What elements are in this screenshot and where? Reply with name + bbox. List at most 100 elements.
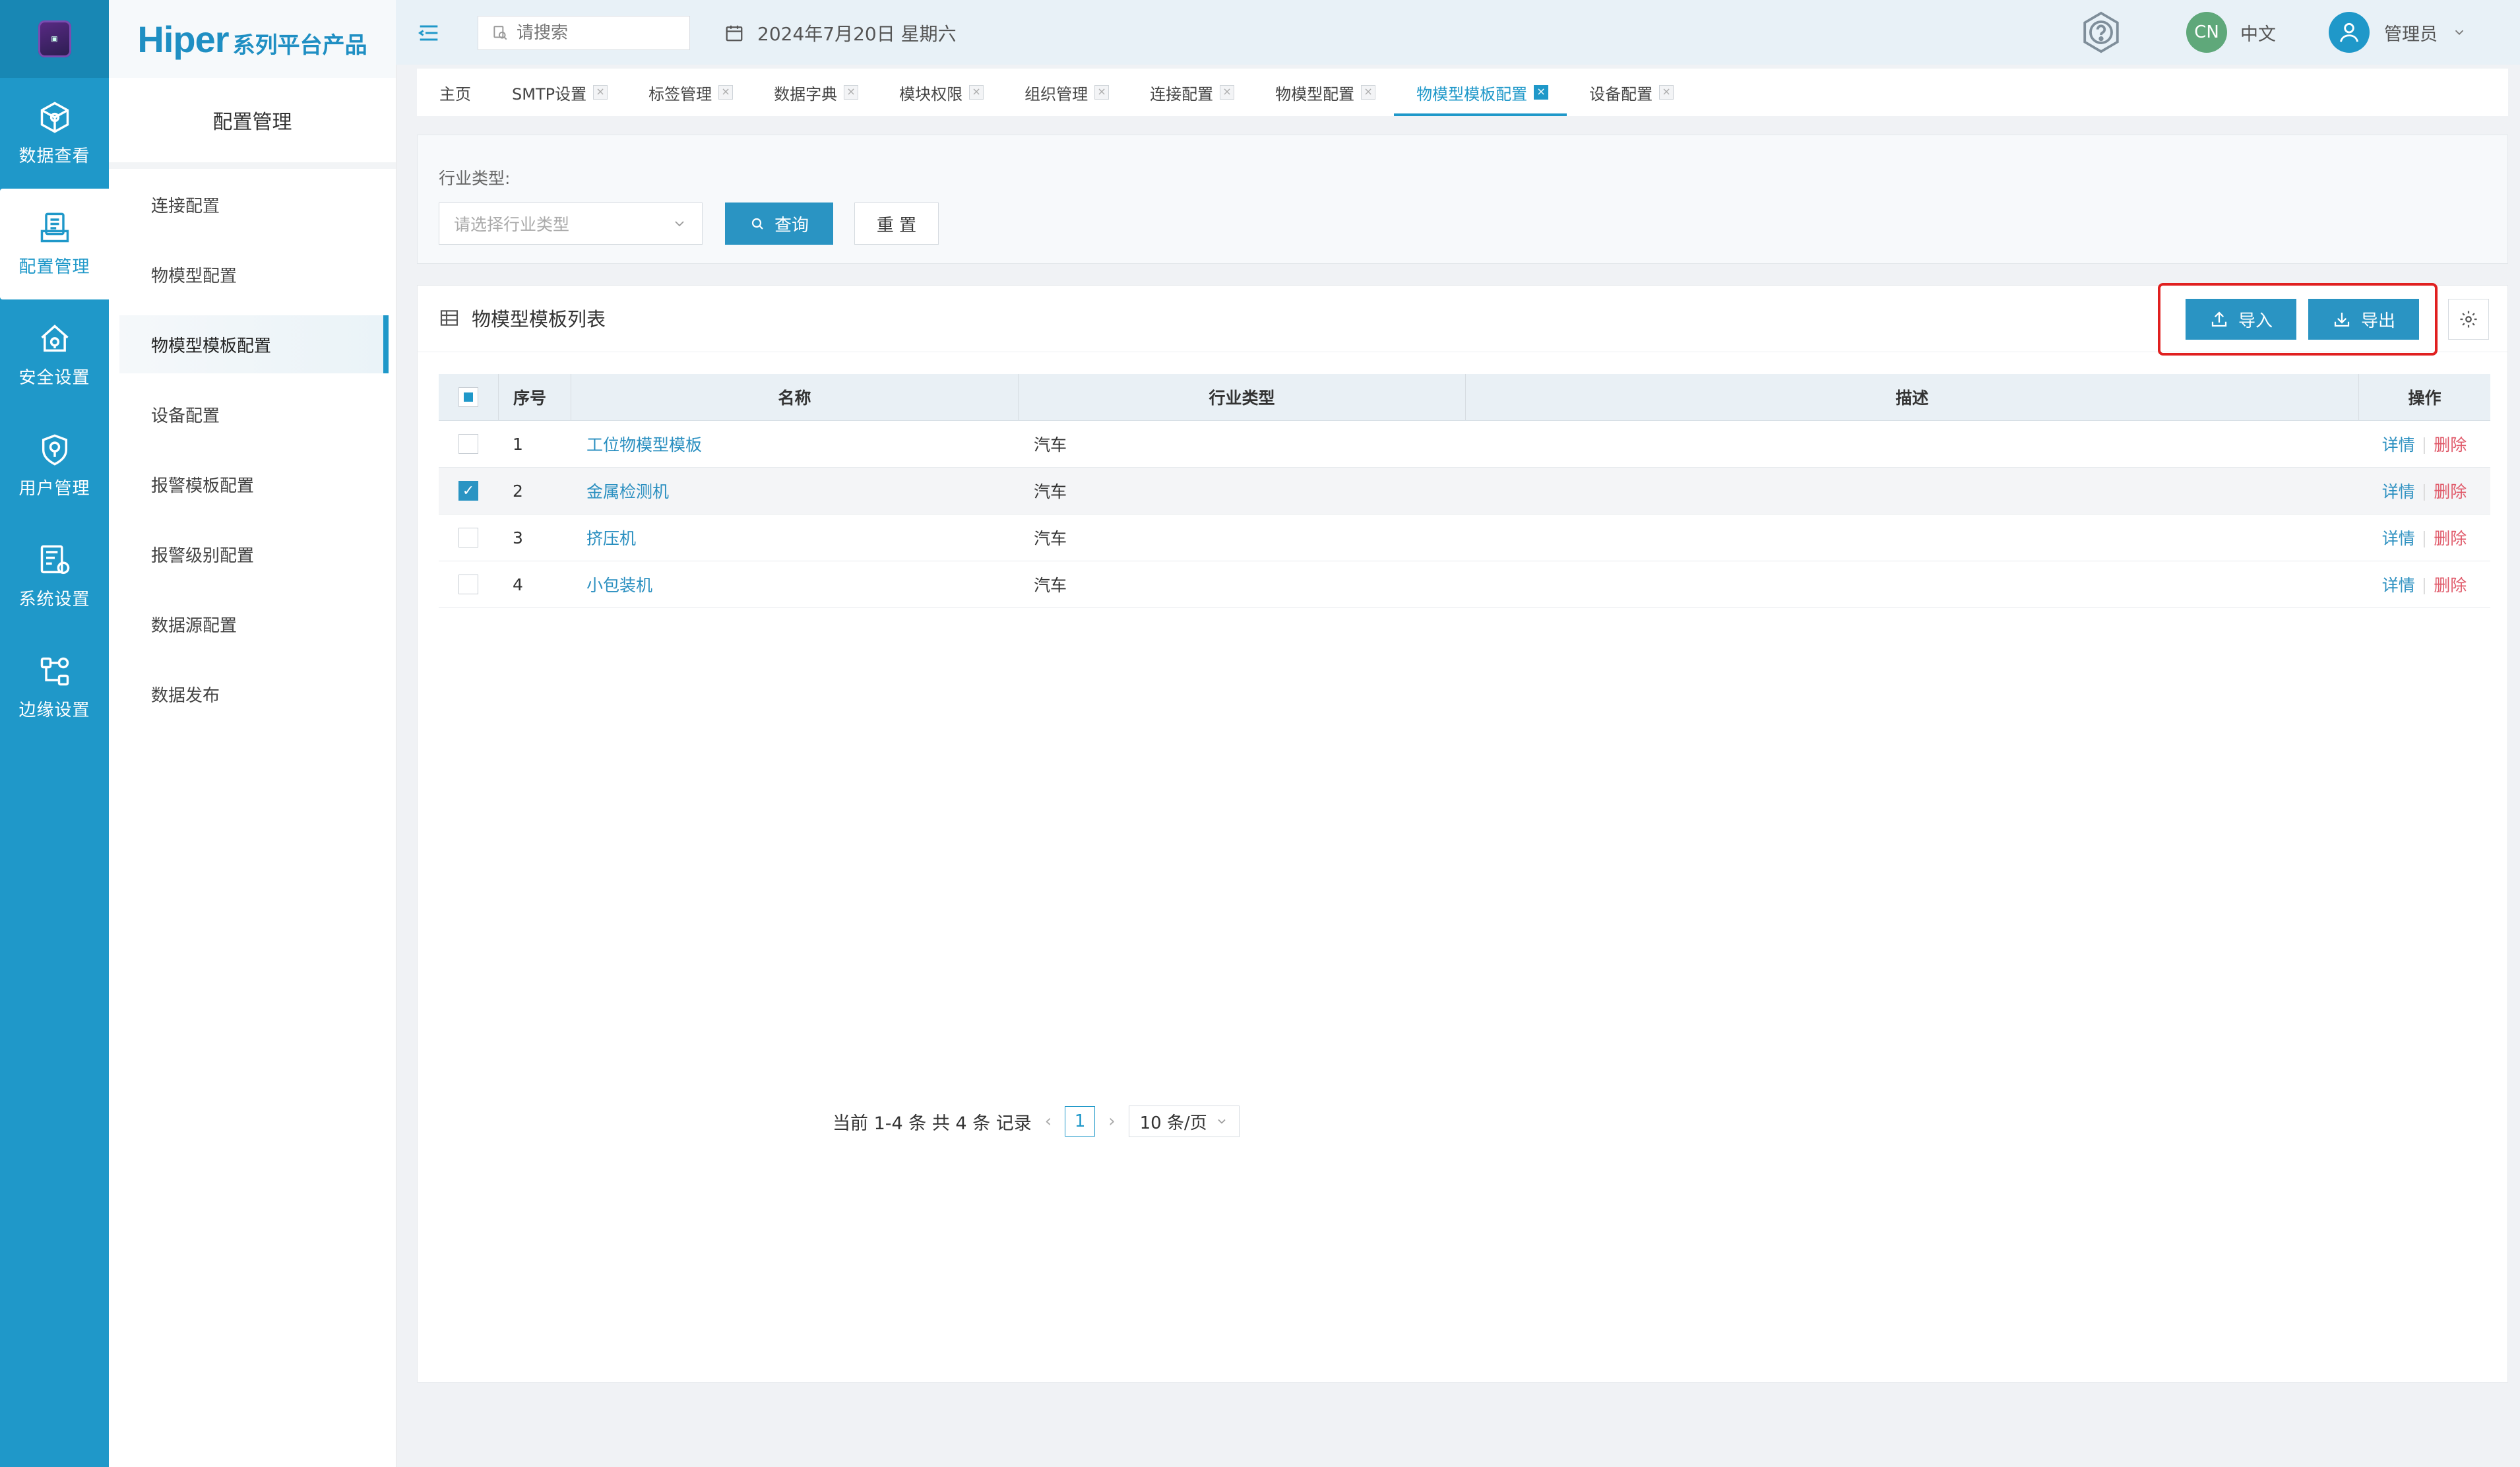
sidebar-item-thing-model[interactable]: 物模型配置 <box>119 245 389 303</box>
tab-label: 物模型模板配置 <box>1416 84 1528 104</box>
sidebar-item-device[interactable]: 设备配置 <box>119 385 389 443</box>
brand-sub: 系列平台产品 <box>232 32 367 59</box>
export-button[interactable]: 导出 <box>2308 299 2419 340</box>
brand-main: Hiper <box>137 18 229 60</box>
tab-home[interactable]: 主页 <box>417 69 489 116</box>
rail-label: 系统设置 <box>18 589 90 609</box>
tab-connection-config[interactable]: 连接配置 × <box>1127 69 1253 116</box>
column-header-actions: 操作 <box>2358 374 2490 420</box>
sidebar-item-thing-model-template[interactable]: 物模型模板配置 <box>119 315 389 373</box>
page-number-button[interactable]: 1 <box>1065 1106 1096 1137</box>
search-icon <box>751 218 763 230</box>
search-input[interactable] <box>515 22 676 44</box>
detail-link[interactable]: 详情 <box>2382 432 2415 456</box>
tab-close-icon[interactable]: × <box>969 85 984 100</box>
tab-device-config[interactable]: 设备配置 × <box>1567 69 1692 116</box>
row-industry: 汽车 <box>1034 482 1067 501</box>
template-list-panel: 物模型模板列表 导入 导出 序号 名称 行业类型 描述 操作 1 工位物模型模板… <box>417 283 2508 1383</box>
column-settings-button[interactable] <box>2448 299 2489 340</box>
row-name-link[interactable]: 小包装机 <box>586 573 652 596</box>
column-header-name: 名称 <box>571 374 1018 420</box>
tab-close-icon[interactable]: × <box>1534 85 1549 100</box>
row-name-link[interactable]: 工位物模型模板 <box>586 432 702 456</box>
row-index: 1 <box>513 434 523 454</box>
reset-button[interactable]: 重 置 <box>854 203 939 245</box>
menu-collapse-icon[interactable] <box>416 20 442 46</box>
tab-close-icon[interactable]: × <box>844 85 859 100</box>
detail-link[interactable]: 详情 <box>2382 526 2415 549</box>
import-button[interactable]: 导入 <box>2186 299 2296 340</box>
language-badge: CN <box>2186 12 2227 53</box>
rail-item-users[interactable]: 用户管理 <box>0 410 109 521</box>
tab-label: 标签管理 <box>648 84 712 104</box>
pagination: 当前 1-4 条 共 4 条 记录 ‹ 1 › 10 条/页 <box>833 1106 1240 1137</box>
sidebar-item-alarm-template[interactable]: 报警模板配置 <box>119 455 389 513</box>
security-house-icon <box>40 324 69 352</box>
sidebar-item-alarm-level[interactable]: 报警级别配置 <box>119 525 389 583</box>
rail-item-security[interactable]: 安全设置 <box>0 299 109 410</box>
row-name-link[interactable]: 挤压机 <box>586 526 636 549</box>
upload-icon <box>2211 311 2227 327</box>
table-row: 1 工位物模型模板 汽车 详情 | 删除 <box>439 421 2490 468</box>
row-checkbox[interactable]: ✓ <box>458 481 478 501</box>
rail-item-data-view[interactable]: 数据查看 <box>0 78 109 189</box>
row-checkbox[interactable] <box>458 528 478 547</box>
industry-select[interactable]: 请选择行业类型 <box>439 203 703 245</box>
row-checkbox[interactable] <box>458 575 478 594</box>
tab-close-icon[interactable]: × <box>718 85 734 100</box>
cube-icon <box>40 101 69 133</box>
export-button-label: 导出 <box>2360 311 2395 331</box>
calendar-icon <box>726 25 743 42</box>
tab-close-icon[interactable]: × <box>1659 85 1674 100</box>
table-icon <box>440 310 458 326</box>
app-root: ▣ 数据查看 配置管理 安全设置 用户管理 系统设置 边缘设置 Hiper 系列… <box>0 0 2520 1467</box>
tab-thing-model-template-config[interactable]: 物模型模板配置 × <box>1394 69 1567 116</box>
sidebar-item-connection[interactable]: 连接配置 <box>119 175 389 234</box>
search-box[interactable] <box>478 16 690 50</box>
page-size-select[interactable]: 10 条/页 <box>1128 1106 1240 1137</box>
tab-tag-manage[interactable]: 标签管理 × <box>626 69 751 116</box>
prev-page-icon[interactable]: ‹ <box>1045 1111 1052 1131</box>
tab-dictionary[interactable]: 数据字典 × <box>751 69 877 116</box>
tab-thing-model-config[interactable]: 物模型配置 × <box>1253 69 1394 116</box>
delete-link[interactable]: 删除 <box>2434 479 2467 503</box>
sidebar-item-data-publish[interactable]: 数据发布 <box>119 665 389 723</box>
language-switcher[interactable]: CN 中文 <box>2186 12 2276 53</box>
delete-link[interactable]: 删除 <box>2434 526 2467 549</box>
avatar <box>2329 12 2370 53</box>
tab-org-manage[interactable]: 组织管理 × <box>1002 69 1127 116</box>
delete-link[interactable]: 删除 <box>2434 432 2467 456</box>
next-page-icon[interactable]: › <box>1108 1111 1115 1131</box>
rail-item-system[interactable]: 系统设置 <box>0 521 109 632</box>
tab-close-icon[interactable]: × <box>1094 85 1110 100</box>
table-header-row: 序号 名称 行业类型 描述 操作 <box>439 374 2490 421</box>
tab-module-permission[interactable]: 模块权限 × <box>877 69 1002 116</box>
user-icon <box>2339 22 2359 42</box>
rail-item-edge[interactable]: 边缘设置 <box>0 632 109 743</box>
help-icon[interactable] <box>2078 9 2124 55</box>
row-name-link[interactable]: 金属检测机 <box>586 479 669 503</box>
top-header: 2024年7月20日 星期六 CN 中文 管理员 <box>396 0 2520 65</box>
tab-close-icon[interactable]: × <box>593 85 608 100</box>
chevron-down-icon <box>1218 1119 1226 1124</box>
detail-link[interactable]: 详情 <box>2382 479 2415 503</box>
row-description <box>1465 468 2358 514</box>
user-menu[interactable]: 管理员 <box>2329 12 2467 53</box>
row-checkbox[interactable] <box>458 434 478 454</box>
divider: | <box>2421 481 2428 501</box>
sidebar-item-data-source[interactable]: 数据源配置 <box>119 595 389 653</box>
select-all-checkbox[interactable] <box>458 387 478 407</box>
rail-item-config[interactable]: 配置管理 <box>0 189 109 299</box>
detail-link[interactable]: 详情 <box>2382 573 2415 596</box>
app-logo-icon: ▣ <box>38 20 71 57</box>
query-button[interactable]: 查询 <box>725 203 833 245</box>
edge-nodes-icon <box>40 657 69 685</box>
tab-close-icon[interactable]: × <box>1220 85 1235 100</box>
delete-link[interactable]: 删除 <box>2434 573 2467 596</box>
tab-close-icon[interactable]: × <box>1361 85 1376 100</box>
row-industry: 汽车 <box>1034 529 1067 548</box>
table-row: 3 挤压机 汽车 详情 | 删除 <box>439 515 2490 561</box>
tab-smtp[interactable]: SMTP设置 × <box>489 69 626 116</box>
tab-label: 物模型配置 <box>1275 84 1355 104</box>
tab-label: SMTP设置 <box>512 84 587 104</box>
